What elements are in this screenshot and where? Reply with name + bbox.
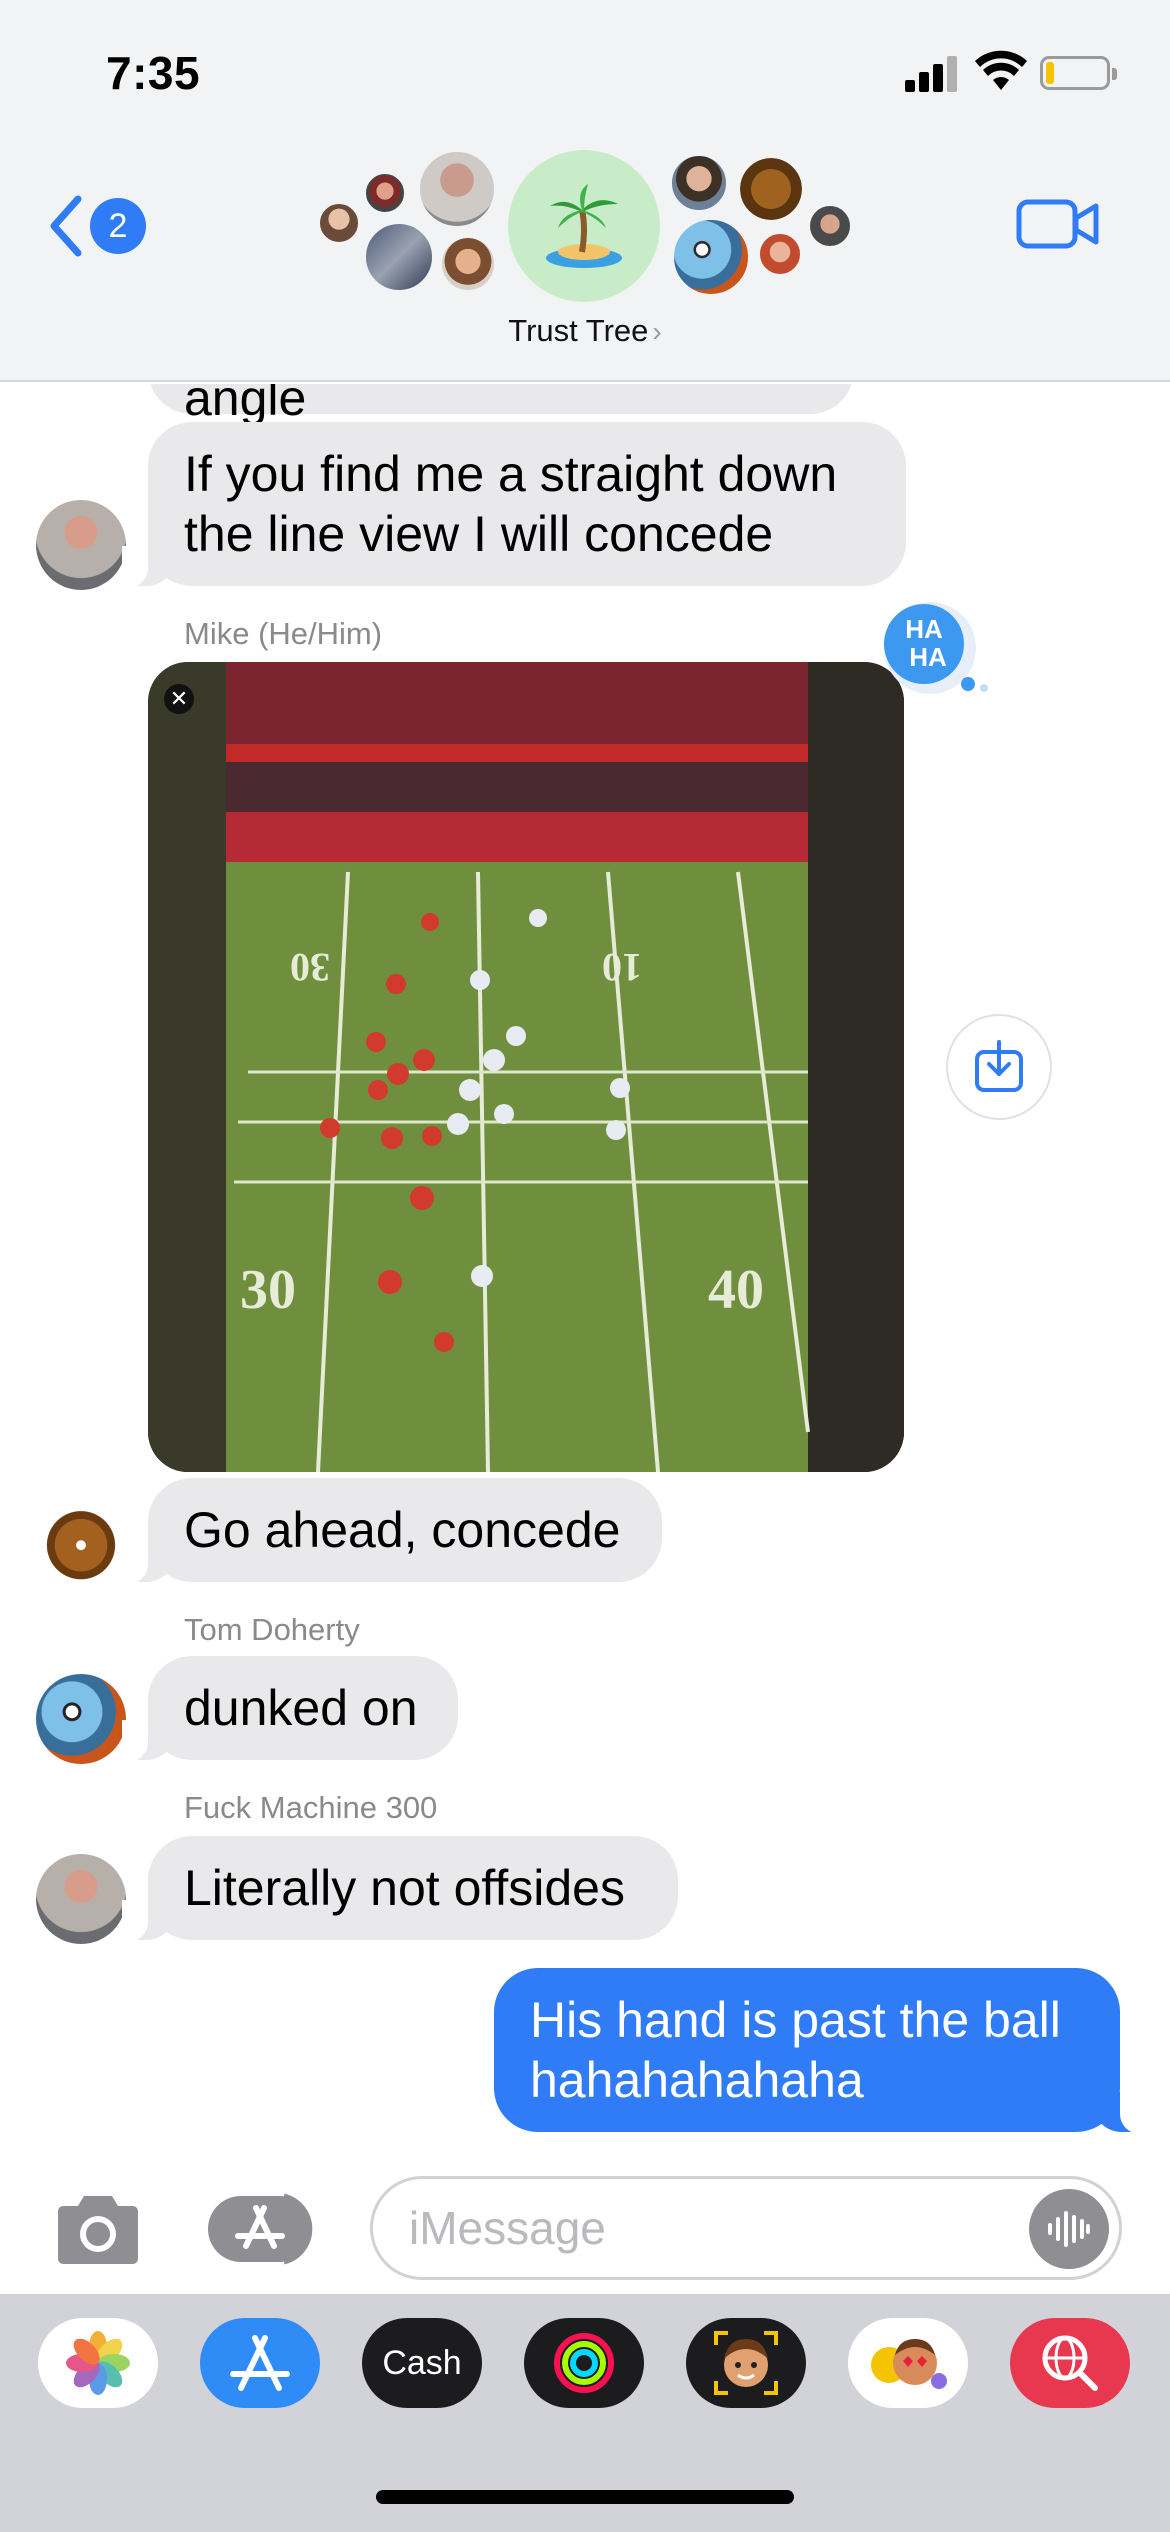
audio-message-button[interactable] [1029, 2189, 1109, 2269]
yard-number: 40 [708, 1259, 764, 1321]
message-transcript[interactable]: That is a non conclusive angle If you fi… [0, 384, 1170, 2154]
member-avatar [738, 156, 804, 222]
avatar[interactable] [36, 1854, 126, 1944]
yard-number: 30 [240, 1259, 296, 1321]
facetime-video-icon[interactable] [1016, 196, 1100, 252]
message-input-placeholder: iMessage [409, 2202, 606, 2254]
message-text: Go ahead, concede [184, 1502, 621, 1558]
fitness-activity-button[interactable] [524, 2318, 644, 2408]
palm-island-icon [546, 184, 622, 268]
sender-name: Mike (He/Him) [184, 616, 383, 651]
member-avatar [672, 218, 750, 296]
conversation-header: 7:35 2 Trust Tree › [0, 0, 1170, 382]
app-store-icon [230, 2335, 290, 2391]
photos-icon [66, 2331, 130, 2395]
save-video-button[interactable] [946, 1014, 1052, 1120]
member-avatar [418, 150, 496, 228]
app-store-button[interactable] [200, 2318, 320, 2408]
memoji-face-icon [714, 2331, 778, 2395]
waveform-icon [1048, 2211, 1090, 2247]
activity-rings-icon [554, 2333, 614, 2393]
haha-tapback-icon[interactable]: HA HA [870, 598, 1000, 708]
yard-number: 10 [602, 945, 642, 990]
message-bubble-partial[interactable]: That is a non conclusive angle [148, 384, 854, 426]
memoji-camera-button[interactable] [686, 2318, 806, 2408]
app-drawer: Cash [0, 2294, 1170, 2532]
video-attachment[interactable]: 30 40 30 10 ✕ [148, 662, 904, 1472]
avatar[interactable] [36, 1502, 126, 1592]
apple-cash-button[interactable]: Cash [362, 2318, 482, 2408]
message-bubble[interactable]: Go ahead, concede [122, 1478, 662, 1584]
sender-name: Tom Doherty [184, 1612, 360, 1647]
globe-search-icon [1042, 2335, 1098, 2391]
message-text: Literally not offsides [184, 1860, 625, 1916]
memoji-stickers-button[interactable] [848, 2318, 968, 2408]
chevron-right-icon: › [652, 316, 662, 347]
home-indicator[interactable] [376, 2490, 794, 2504]
message-text-line-2: the line view I will concede [184, 506, 774, 562]
battery-icon [1040, 56, 1117, 90]
chevron-left-icon [50, 195, 82, 257]
camera-icon[interactable] [52, 2194, 144, 2266]
message-text-line-1: His hand is past the ball [530, 1992, 1061, 2048]
avatar[interactable] [36, 1674, 126, 1764]
message-input[interactable]: iMessage [370, 2176, 1122, 2280]
member-avatar [364, 172, 406, 214]
haha-text: HA [909, 642, 947, 672]
dismiss-preview-icon[interactable]: ✕ [164, 684, 194, 714]
back-button[interactable]: 2 [44, 186, 154, 266]
group-name[interactable]: Trust Tree › [0, 313, 1170, 349]
group-avatar[interactable] [508, 150, 660, 302]
status-time: 7:35 [106, 47, 201, 99]
apple-cash-label: Cash [382, 2343, 462, 2382]
message-text-line-1: If you find me a straight down [184, 446, 838, 502]
photos-app-button[interactable] [38, 2318, 158, 2408]
sender-name: Fuck Machine 300 [184, 1790, 438, 1825]
sent-message-bubble[interactable]: His hand is past the ball hahahahahaha [494, 1968, 1146, 2134]
download-icon [975, 1040, 1023, 1092]
unread-count-badge: 2 [90, 198, 146, 254]
group-name-label: Trust Tree [508, 313, 649, 348]
cellular-signal-icon [905, 54, 959, 92]
message-text: dunked on [184, 1680, 418, 1736]
yard-number: 30 [290, 945, 330, 990]
avatar[interactable] [36, 500, 126, 590]
member-avatar [808, 204, 852, 248]
wifi-icon [975, 50, 1027, 90]
web-image-search-button[interactable] [1010, 2318, 1130, 2408]
member-avatar [758, 232, 802, 276]
member-avatar [364, 222, 434, 292]
message-bubble[interactable]: Literally not offsides [122, 1836, 678, 1942]
memoji-stickers-icon [871, 2339, 947, 2389]
member-avatar [318, 202, 360, 244]
message-bubble[interactable]: If you find me a straight down the line … [122, 422, 906, 588]
message-text-line-2: hahahahahaha [530, 2052, 864, 2108]
app-store-apps-icon[interactable] [206, 2192, 322, 2266]
member-avatar [440, 236, 496, 292]
football-field-video-frame: 30 40 30 10 [148, 662, 904, 1472]
haha-text: HA [905, 614, 943, 644]
compose-bar: iMessage [0, 2154, 1170, 2294]
member-avatar [670, 154, 728, 212]
message-bubble[interactable]: dunked on [122, 1656, 458, 1762]
